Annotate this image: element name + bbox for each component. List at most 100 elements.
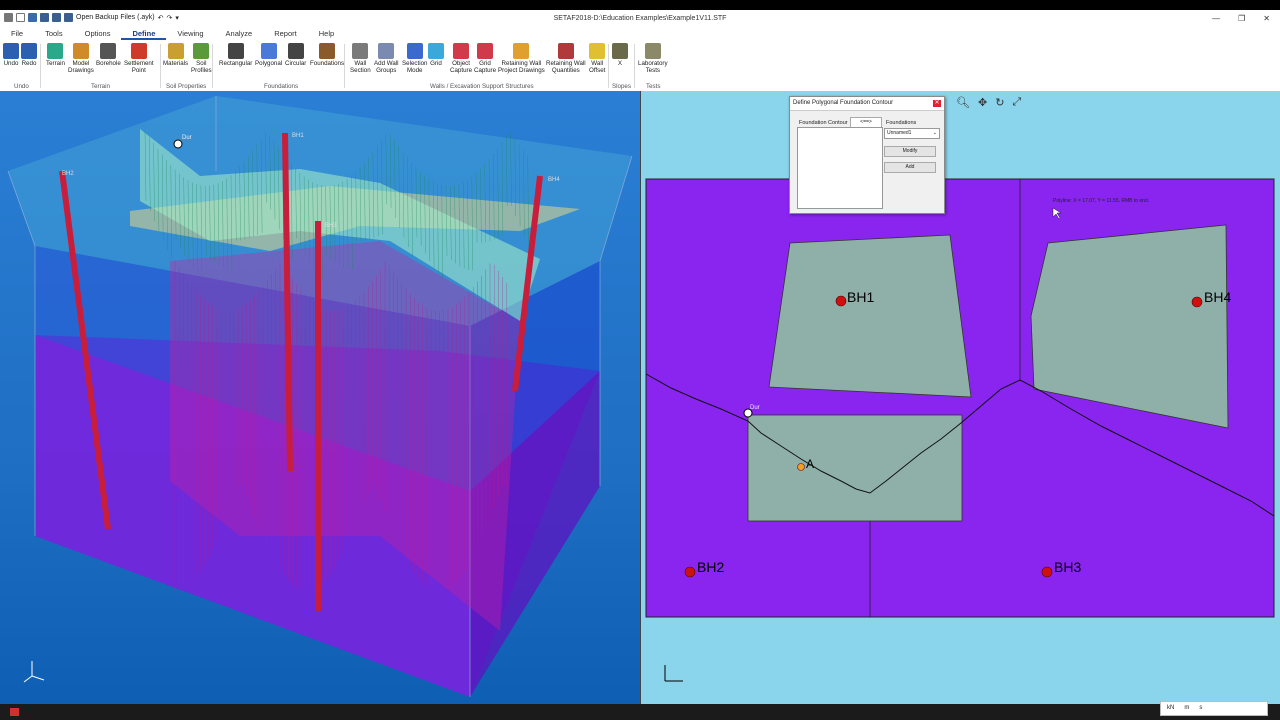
objcap-label: Object Capture xyxy=(450,60,473,74)
circ-button[interactable]: Circular xyxy=(285,43,306,67)
menu-report[interactable]: Report xyxy=(263,28,308,40)
selmode-icon xyxy=(406,43,423,59)
addwall-button[interactable]: Add Wall Groups xyxy=(374,43,399,74)
3d-model-canvas[interactable]: BH2 BH1 BH3 BH4 Dur xyxy=(0,91,640,704)
define-polygonal-foundation-dialog[interactable]: Define Polygonal Foundation Contour ✕ Fo… xyxy=(789,96,945,214)
status-bar: kN m s xyxy=(0,701,1280,720)
window-title: SETAF2018-D:\Education Examples\Example1… xyxy=(553,15,727,22)
menu-tools[interactable]: Tools xyxy=(34,28,74,40)
x-label: X xyxy=(617,60,623,67)
unit-force[interactable]: kN xyxy=(1167,702,1174,715)
dialog-close-icon[interactable]: ✕ xyxy=(933,100,941,107)
lab-label: Laboratory Tests xyxy=(638,60,668,74)
terrain-button[interactable]: Terrain xyxy=(46,43,65,67)
point-a-marker[interactable] xyxy=(797,463,805,471)
poly-icon xyxy=(260,43,277,59)
rotate-icon[interactable]: ↻ xyxy=(995,96,1004,109)
grid-button[interactable]: Grid xyxy=(428,43,444,67)
soil-button[interactable]: Soil Profiles xyxy=(191,43,212,74)
unit-length[interactable]: m xyxy=(1184,702,1189,715)
menu-viewing[interactable]: Viewing xyxy=(166,28,214,40)
poly-label: Polygonal xyxy=(255,60,283,67)
settlement-label: Settlement Point xyxy=(124,60,154,74)
menu-help[interactable]: Help xyxy=(308,28,345,40)
lab-button[interactable]: Laboratory Tests xyxy=(638,43,668,74)
borehole-label: Borehole xyxy=(96,60,121,67)
menu-analyze[interactable]: Analyze xyxy=(215,28,264,40)
addwall-label: Add Wall Groups xyxy=(374,60,399,74)
woff-label: Wall Offset xyxy=(589,60,606,74)
ribbon-separator xyxy=(212,44,213,88)
pan-icon[interactable]: ✥ xyxy=(978,96,987,109)
menu-define[interactable]: Define xyxy=(121,28,167,40)
foundations-select[interactable]: Unnamed1 ⌄ xyxy=(884,128,940,139)
model-button[interactable]: Model Drawings xyxy=(68,43,94,74)
undo-label: Undo xyxy=(3,60,19,67)
restore-icon[interactable]: ❐ xyxy=(1238,14,1245,23)
menu-options[interactable]: Options xyxy=(74,28,122,40)
settlement-button[interactable]: Settlement Point xyxy=(124,43,154,74)
ribbon-separator xyxy=(634,44,635,88)
gridcap-button[interactable]: Grid Capture xyxy=(474,43,496,74)
borehole-bh3[interactable] xyxy=(1041,566,1053,578)
ribbon-group-label: Slopes xyxy=(612,83,631,90)
gridcap-icon xyxy=(477,43,493,59)
plan-view[interactable]: 🔍︎ ✥ ↻ ⤢ BH1 BH2 BH3 BH4 A Dur Polyline:… xyxy=(641,91,1280,704)
ribbon-group-label: Foundations xyxy=(264,83,299,90)
zoom-icon[interactable]: 🔍︎ xyxy=(956,96,970,109)
borehole-bh1[interactable] xyxy=(835,295,847,307)
borehole-button[interactable]: Borehole xyxy=(96,43,121,67)
minimize-icon[interactable]: — xyxy=(1212,14,1220,23)
close-icon[interactable]: ✕ xyxy=(1263,14,1270,23)
menu-file[interactable]: File xyxy=(0,28,34,40)
selmode-button[interactable]: Selection Mode xyxy=(402,43,427,74)
wallsec-button[interactable]: Wall Section xyxy=(350,43,371,74)
found-label: Foundations xyxy=(310,60,345,67)
rect-label: Rectangular xyxy=(219,60,253,67)
objcap-button[interactable]: Object Capture xyxy=(450,43,472,74)
model-label: Model Drawings xyxy=(68,60,94,74)
woff-button[interactable]: Wall Offset xyxy=(589,43,605,74)
x-icon xyxy=(612,43,628,59)
rwq-icon xyxy=(557,43,574,59)
rect-button[interactable]: Rectangular xyxy=(219,43,252,67)
contour-list[interactable] xyxy=(797,127,883,209)
rwpd-button[interactable]: Retaining Wall Project Drawings xyxy=(498,43,545,74)
found-button[interactable]: Foundations xyxy=(310,43,344,67)
circ-label: Circular xyxy=(285,60,307,67)
settlement-icon xyxy=(130,43,147,59)
units-selector[interactable]: kN m s xyxy=(1160,701,1268,716)
ribbon-group-label: Terrain xyxy=(91,83,110,90)
borehole-bh4[interactable] xyxy=(1191,296,1203,308)
materials-button[interactable]: Materials xyxy=(163,43,188,67)
foundation-polygon-3[interactable] xyxy=(747,414,963,522)
ribbon-group-label: Tests xyxy=(646,83,661,90)
ribbon-group-label: Soil Properties xyxy=(166,83,207,90)
undo-button[interactable]: Undo xyxy=(3,43,19,67)
borehole-bh2[interactable] xyxy=(684,566,696,578)
poly-button[interactable]: Polygonal xyxy=(255,43,282,67)
label-bh3: BH3 xyxy=(1054,559,1081,575)
x-button[interactable]: X xyxy=(612,43,628,67)
status-app-icon xyxy=(10,708,19,716)
modify-button[interactable]: Modify xyxy=(884,146,936,157)
cursor-tooltip: Polyline: X = 17.07, Y = 11.55. RMB to e… xyxy=(1053,198,1149,204)
selmode-label: Selection Mode xyxy=(402,60,428,74)
model-icon xyxy=(72,43,89,59)
rwq-label: Retaining Wall Quantities xyxy=(546,60,586,74)
woff-icon xyxy=(589,43,606,59)
unit-time[interactable]: s xyxy=(1199,702,1202,715)
foundation-contour-label: Foundation Contour xyxy=(799,120,848,126)
3d-label-bh2: BH2 xyxy=(62,171,74,177)
ribbon-separator xyxy=(40,44,41,88)
add-button[interactable]: Add xyxy=(884,162,936,173)
ribbon-separator xyxy=(160,44,161,88)
rwq-button[interactable]: Retaining Wall Quantities xyxy=(546,43,586,74)
wallsec-label: Wall Section xyxy=(350,60,371,74)
plan-canvas[interactable]: BH1 BH2 BH3 BH4 A Dur Polyline: X = 17.0… xyxy=(641,91,1280,704)
foundation-polygon-1[interactable] xyxy=(768,234,972,398)
fit-extents-icon[interactable]: ⤢ xyxy=(1012,96,1021,109)
3d-model-view[interactable]: BH2 BH1 BH3 BH4 Dur xyxy=(0,91,640,704)
circ-icon xyxy=(287,43,304,59)
redo-button[interactable]: Redo xyxy=(21,43,37,67)
